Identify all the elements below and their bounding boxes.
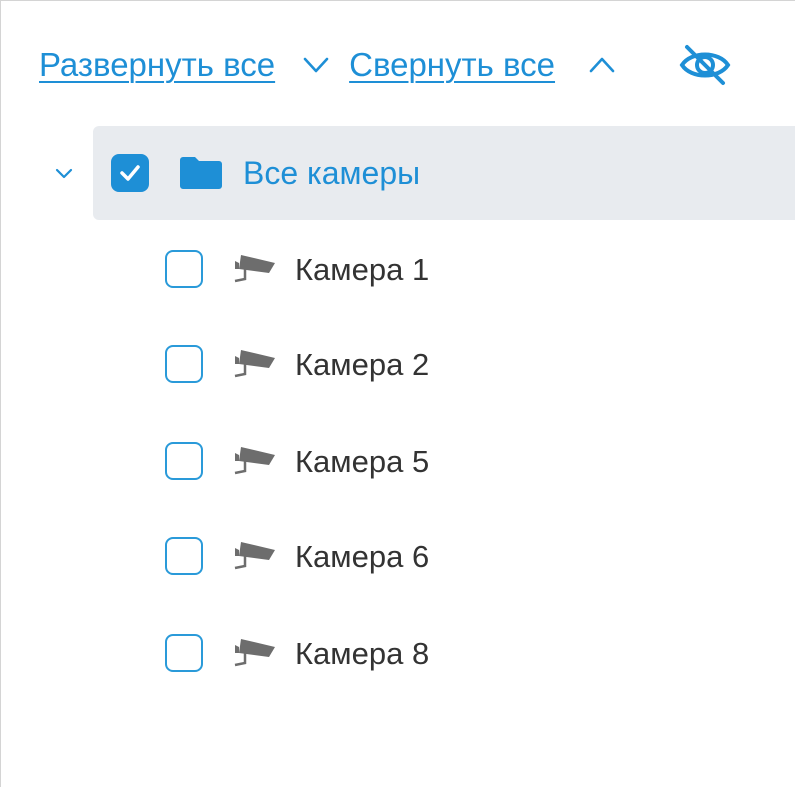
tree-root-label[interactable]: Все камеры bbox=[243, 151, 420, 195]
folder-icon bbox=[179, 156, 223, 190]
camera-checkbox[interactable] bbox=[165, 442, 203, 480]
camera-icon bbox=[231, 251, 279, 287]
camera-icon bbox=[231, 443, 279, 479]
camera-icon bbox=[231, 346, 279, 382]
camera-tree-panel: Развернуть все Свернуть все Все камеры К… bbox=[0, 0, 795, 787]
expand-collapse-chevron-icon[interactable] bbox=[53, 162, 75, 184]
camera-checkbox[interactable] bbox=[165, 345, 203, 383]
all-cameras-checkbox[interactable] bbox=[111, 154, 149, 192]
camera-checkbox[interactable] bbox=[165, 634, 203, 672]
eye-off-icon[interactable] bbox=[679, 41, 731, 89]
camera-label[interactable]: Камера 6 bbox=[295, 535, 429, 579]
chevron-up-icon[interactable] bbox=[587, 50, 617, 80]
camera-label[interactable]: Камера 1 bbox=[295, 248, 429, 292]
camera-icon bbox=[231, 538, 279, 574]
expand-all-link[interactable]: Развернуть все bbox=[39, 46, 275, 84]
camera-checkbox[interactable] bbox=[165, 537, 203, 575]
collapse-all-link[interactable]: Свернуть все bbox=[349, 46, 555, 84]
camera-label[interactable]: Камера 2 bbox=[295, 343, 429, 387]
tree-toolbar: Развернуть все Свернуть все bbox=[39, 41, 731, 89]
camera-label[interactable]: Камера 5 bbox=[295, 440, 429, 484]
camera-icon bbox=[231, 635, 279, 671]
camera-label[interactable]: Камера 8 bbox=[295, 632, 429, 676]
chevron-down-icon[interactable] bbox=[301, 50, 331, 80]
camera-checkbox[interactable] bbox=[165, 250, 203, 288]
